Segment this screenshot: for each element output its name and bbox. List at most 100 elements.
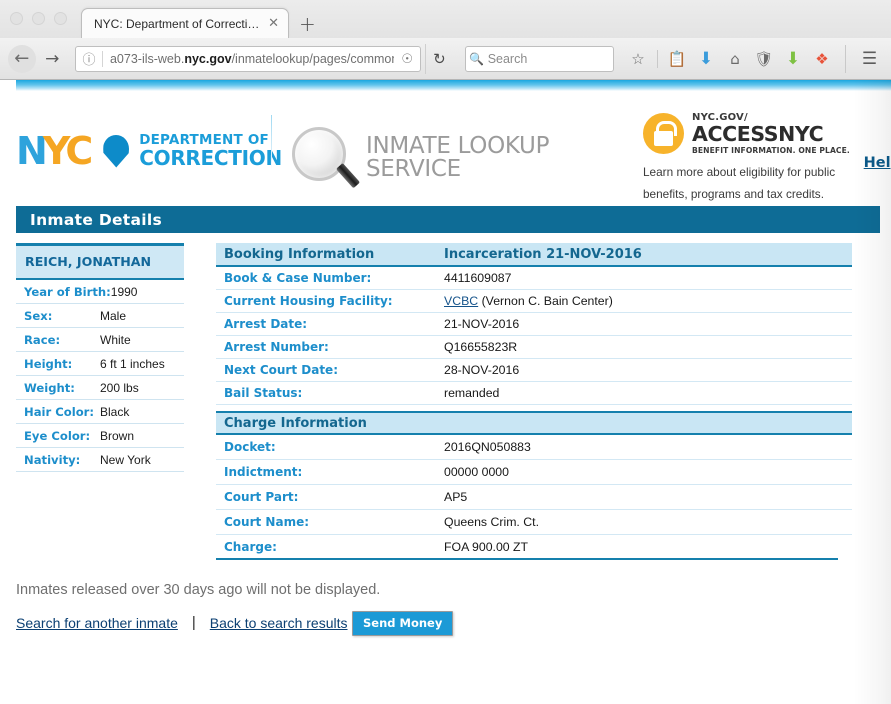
inmate-profile-panel: REICH, JONATHAN Year of Birth: 1990 Sex:…: [16, 243, 184, 560]
search-icon: 🔍: [469, 51, 485, 66]
hamburger-menu-icon[interactable]: ☰: [845, 44, 883, 73]
info-icon[interactable]: ⓘ: [76, 47, 102, 71]
service-line1: INMATE LOOKUP: [366, 132, 550, 159]
search-input[interactable]: 🔍 Search: [464, 45, 615, 72]
footer-links: Search for another inmate | Back to sear…: [16, 611, 891, 636]
table-row: Court Name: Queens Crim. Ct.: [216, 510, 852, 535]
site-header: N Y C DEPARTMENT OF CORRECTION INMATE LO…: [0, 91, 891, 206]
table-row: Charge: FOA 900.00 ZT: [216, 535, 838, 560]
page-title: Inmate Details: [16, 206, 880, 233]
page-title-text: Inmate Details: [30, 210, 163, 229]
release-note: Inmates released over 30 days ago will n…: [16, 582, 381, 598]
field-label: Race:: [24, 332, 61, 347]
back-to-search-results-link[interactable]: Back to search results: [210, 615, 348, 631]
navigation-toolbar: ← → ⓘ a073-ils-web.nyc.gov/inmatelookup/…: [0, 38, 891, 79]
field-value: 00000 0000: [444, 465, 509, 479]
field-value: New York: [100, 452, 151, 467]
header-divider: [271, 115, 272, 170]
details-content: REICH, JONATHAN Year of Birth: 1990 Sex:…: [16, 243, 891, 560]
booking-section-header: Booking Information Incarceration 21-NOV…: [216, 243, 852, 267]
field-label: Charge:: [224, 539, 277, 554]
nyc-letter-n: N: [16, 129, 48, 173]
accessnyc-wordmark: NYC.GOV/ ACCESSNYC BENEFIT INFORMATION. …: [692, 113, 850, 154]
field-value: 6 ft 1 inches: [100, 356, 165, 371]
tab-strip: NYC: Department of Correction |... ✕ +: [0, 0, 891, 38]
department-line1: DEPARTMENT OF: [139, 131, 269, 148]
charge-rows: Docket: 2016QN050883 Indictment: 00000 0…: [216, 435, 852, 560]
table-row: Court Part: AP5: [216, 485, 852, 510]
reader-mode-icon[interactable]: ☉: [394, 51, 420, 67]
plus-icon[interactable]: +: [299, 14, 316, 34]
send-money-button[interactable]: Send Money: [352, 611, 454, 636]
forward-arrow-icon[interactable]: →: [38, 44, 67, 74]
back-arrow-icon[interactable]: ←: [8, 44, 36, 73]
close-icon[interactable]: ✕: [265, 17, 282, 30]
top-gradient-strip: [16, 80, 891, 91]
accessnyc-promo[interactable]: NYC.GOV/ ACCESSNYC BENEFIT INFORMATION. …: [643, 107, 891, 206]
inmate-name-header: REICH, JONATHAN: [16, 243, 184, 280]
search-another-inmate-link[interactable]: Search for another inmate: [16, 615, 178, 631]
accessnyc-blurb: Learn more about eligibility for public …: [643, 165, 836, 201]
housing-facility-link[interactable]: VCBC: [444, 294, 478, 308]
field-label: Current Housing Facility:: [224, 294, 393, 308]
inmate-name: REICH, JONATHAN: [25, 254, 152, 269]
table-row: Next Court Date: 28-NOV-2016: [216, 359, 852, 382]
search-placeholder: Search: [487, 51, 528, 66]
table-row: Eye Color: Brown: [16, 424, 184, 448]
nyc-logo: N Y C: [16, 129, 130, 173]
field-value: VCBC (Vernon C. Bain Center): [444, 294, 613, 308]
browser-tab[interactable]: NYC: Department of Correction |... ✕: [81, 8, 289, 38]
field-label: Nativity:: [24, 452, 81, 467]
department-line2: CORRECTION: [139, 146, 282, 171]
addon-colorful-icon[interactable]: ❖: [808, 45, 836, 73]
field-value: 4411609087: [444, 271, 512, 285]
field-label: Arrest Number:: [224, 340, 329, 354]
page-content: N Y C DEPARTMENT OF CORRECTION INMATE LO…: [0, 80, 891, 704]
field-label: Height:: [24, 356, 73, 371]
window-close-button[interactable]: [10, 11, 23, 25]
tab-title: NYC: Department of Correction |...: [94, 16, 266, 31]
field-value: Brown: [100, 428, 135, 443]
table-row: Race: White: [16, 328, 184, 352]
home-icon[interactable]: ⌂: [721, 45, 749, 73]
url-bar[interactable]: ⓘ a073-ils-web.nyc.gov/inmatelookup/page…: [74, 45, 422, 72]
field-label: Bail Status:: [224, 386, 303, 400]
download-arrow-icon[interactable]: ⬇: [692, 45, 720, 73]
field-label: Book & Case Number:: [224, 271, 372, 285]
library-icon[interactable]: 📋: [663, 45, 691, 73]
incarceration-title: Incarceration 21-NOV-2016: [444, 246, 642, 262]
field-value: 2016QN050883: [444, 440, 531, 454]
table-row: Book & Case Number: 4411609087: [216, 267, 852, 290]
field-value: 28-NOV-2016: [444, 363, 520, 377]
help-link[interactable]: Help: [864, 155, 891, 171]
field-label: Sex:: [24, 308, 53, 323]
field-label: Hair Color:: [24, 404, 95, 419]
window-controls[interactable]: [10, 0, 67, 38]
table-row: Current Housing Facility: VCBC (Vernon C…: [216, 290, 852, 313]
field-label: Weight:: [24, 380, 75, 395]
reload-icon[interactable]: ↻: [425, 43, 453, 74]
window-minimize-button[interactable]: [32, 11, 45, 25]
table-row: Weight: 200 lbs: [16, 376, 184, 400]
footer-separator: |: [191, 614, 196, 631]
service-line2: SERVICE: [366, 156, 461, 182]
table-row: Indictment: 00000 0000: [216, 460, 852, 485]
nyc-doc-branding[interactable]: N Y C DEPARTMENT OF CORRECTION: [16, 107, 282, 173]
charge-section-header: Charge Information: [216, 411, 852, 435]
table-row: Nativity: New York: [16, 448, 184, 472]
field-value: AP5: [444, 490, 468, 504]
table-row: Sex: Male: [16, 304, 184, 328]
magnifying-glass-icon: [290, 125, 361, 191]
field-label: Arrest Date:: [224, 317, 308, 331]
window-maximize-button[interactable]: [54, 11, 67, 25]
field-value: Male: [100, 308, 127, 323]
star-bookmark-icon[interactable]: ☆: [624, 45, 652, 73]
table-row: Docket: 2016QN050883: [216, 435, 852, 460]
field-label: Year of Birth:: [24, 284, 111, 299]
green-download-icon[interactable]: ⬇: [779, 45, 807, 73]
url-domain: nyc.gov: [184, 51, 232, 66]
service-wordmark: INMATE LOOKUP SERVICE: [366, 132, 550, 182]
browser-chrome: NYC: Department of Correction |... ✕ + ←…: [0, 0, 891, 80]
field-value: Q16655823R: [444, 340, 518, 354]
pocket-shield-icon[interactable]: 🛡: [750, 45, 778, 73]
